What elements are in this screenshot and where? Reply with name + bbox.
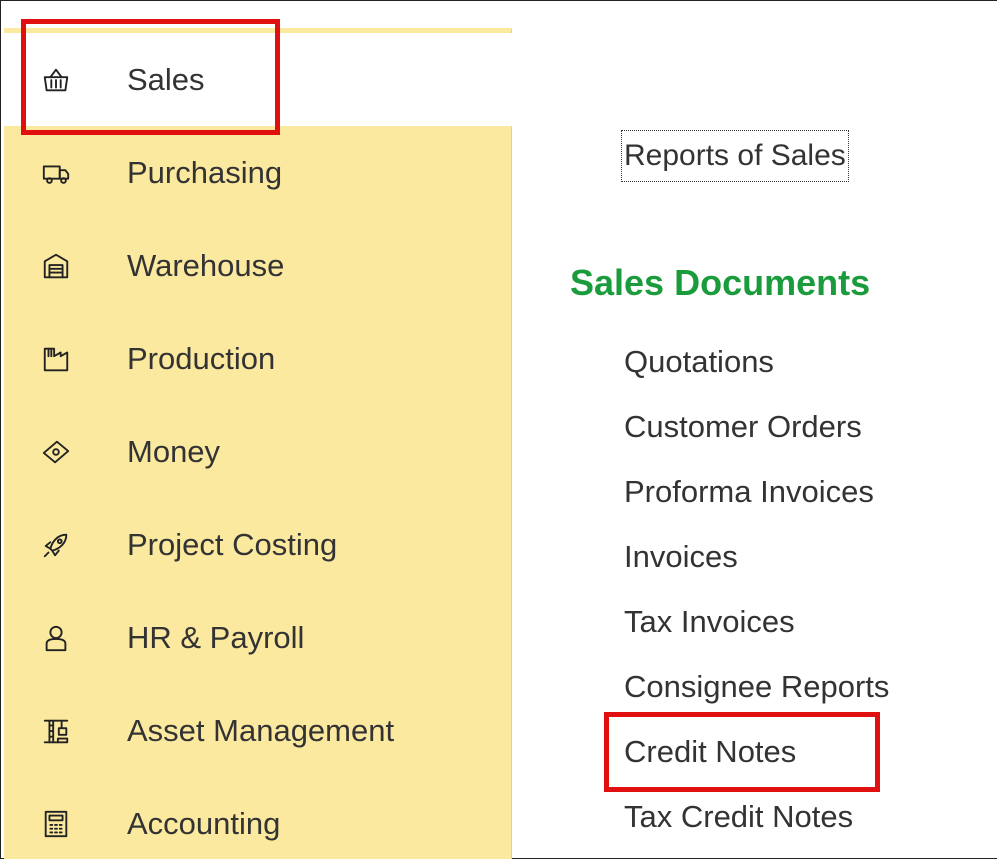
money-icon [40,436,72,468]
doc-link-tax-invoices[interactable]: Tax Invoices [624,604,795,640]
rocket-icon [40,529,72,561]
sidebar-item-label: Project Costing [127,526,338,562]
doc-link-quotations[interactable]: Quotations [624,344,774,380]
sidebar-item-label: HR & Payroll [127,619,305,655]
sidebar-item-label: Purchasing [127,154,283,190]
sidebar-item-money[interactable]: Money [4,405,512,498]
calculator-icon [40,808,72,840]
reports-of-sales-link[interactable]: Reports of Sales [621,130,849,182]
doc-link-proforma-invoices[interactable]: Proforma Invoices [624,474,874,510]
sidebar-item-asset-management[interactable]: Asset Management [4,684,512,777]
sidebar-item-label: Warehouse [127,247,285,283]
sidebar-item-accounting[interactable]: Accounting [4,777,512,859]
sidebar-item-warehouse[interactable]: Warehouse [4,219,512,312]
sidebar-item-label: Sales [127,61,205,97]
sidebar-item-sales[interactable]: Sales [4,33,512,126]
doc-link-tax-credit-notes[interactable]: Tax Credit Notes [624,799,853,835]
sidebar-item-production[interactable]: Production [4,312,512,405]
sidebar-item-label: Asset Management [127,712,395,748]
basket-icon [40,64,72,96]
doc-link-invoices[interactable]: Invoices [624,539,738,575]
sidebar-item-label: Accounting [127,805,281,841]
sidebar-item-project-costing[interactable]: Project Costing [4,498,512,591]
person-icon [40,622,72,654]
sales-content: Reports of Sales Sales Documents Quotati… [513,28,997,859]
doc-link-consignee-reports[interactable]: Consignee Reports [624,669,889,705]
warehouse-icon [40,250,72,282]
module-sidebar: Sales Purchasing Warehouse Production Mo… [4,28,512,859]
doc-link-credit-notes[interactable]: Credit Notes [624,734,796,770]
sidebar-item-label: Production [127,340,276,376]
sidebar-item-purchasing[interactable]: Purchasing [4,126,512,219]
doc-link-customer-orders[interactable]: Customer Orders [624,409,862,445]
truck-icon [40,157,72,189]
sidebar-item-label: Money [127,433,221,469]
factory-icon [40,343,72,375]
sidebar-item-hr-payroll[interactable]: HR & Payroll [4,591,512,684]
crane-icon [40,715,72,747]
section-title: Sales Documents [570,262,871,303]
